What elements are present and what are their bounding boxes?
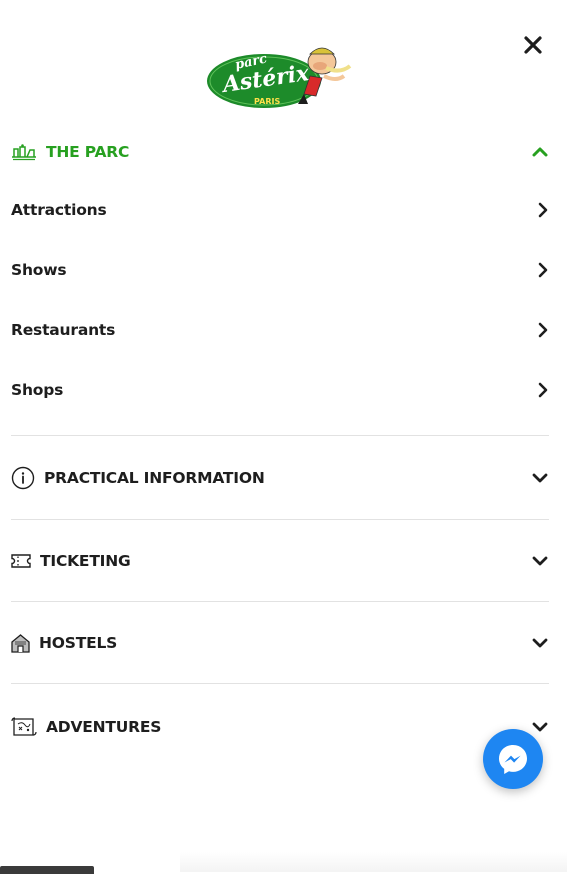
divider [11, 683, 549, 684]
map-icon [11, 715, 37, 739]
chevron-down-icon [532, 722, 548, 732]
sub-item-restaurants[interactable]: Restaurants [11, 315, 551, 345]
section-label: THE PARC [46, 143, 130, 161]
section-adventures[interactable]: ADVENTURES [11, 712, 549, 742]
section-the-parc[interactable]: THE PARC [11, 137, 549, 167]
section-label: PRACTICAL INFORMATION [44, 469, 265, 487]
svg-text:PARIS: PARIS [254, 97, 280, 106]
hostel-icon [11, 631, 30, 655]
bottom-tab[interactable] [0, 866, 94, 874]
divider [11, 435, 549, 436]
sub-item-shops[interactable]: Shops [11, 375, 551, 405]
sub-item-label: Shops [11, 381, 64, 399]
close-icon [524, 36, 542, 54]
info-icon [11, 466, 35, 490]
sub-item-attractions[interactable]: Attractions [11, 195, 551, 225]
section-label: TICKETING [40, 552, 131, 570]
chevron-up-icon[interactable] [531, 143, 549, 161]
ticket-icon [11, 549, 31, 573]
divider [11, 519, 549, 520]
divider [11, 601, 549, 602]
chevron-right-icon [538, 382, 548, 398]
messenger-chat-button[interactable] [483, 729, 543, 789]
sub-item-label: Attractions [11, 201, 107, 219]
chevron-down-icon [532, 473, 548, 483]
section-hostels[interactable]: HOSTELS [11, 628, 549, 658]
chevron-right-icon [538, 202, 548, 218]
chevron-right-icon [538, 322, 548, 338]
chevron-down-icon [532, 638, 548, 648]
sub-item-shows[interactable]: Shows [11, 255, 551, 285]
chevron-right-icon [538, 262, 548, 278]
bottom-fade [180, 852, 567, 872]
close-menu-button[interactable] [521, 33, 545, 57]
section-ticketing[interactable]: TICKETING [11, 546, 549, 576]
sub-item-label: Restaurants [11, 321, 116, 339]
parc-asterix-logo[interactable]: parc Astérix PARIS [204, 32, 356, 114]
sub-item-label: Shows [11, 261, 67, 279]
chevron-down-icon [532, 556, 548, 566]
messenger-icon [499, 745, 527, 774]
ride-icon [12, 144, 36, 161]
section-label: ADVENTURES [46, 718, 162, 736]
section-label: HOSTELS [39, 634, 118, 652]
section-practical-information[interactable]: PRACTICAL INFORMATION [11, 463, 549, 493]
